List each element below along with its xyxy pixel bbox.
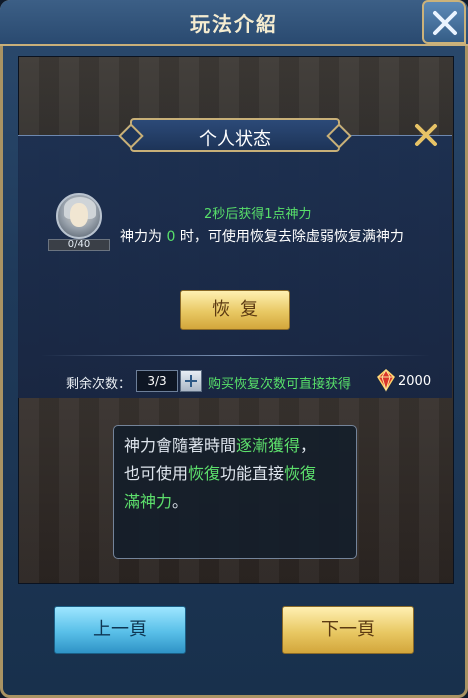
avatar[interactable] [56, 193, 102, 239]
next-page-button[interactable]: 下一頁 [282, 606, 414, 654]
dialog-header: 个人状态 [130, 118, 340, 152]
prev-page-button[interactable]: 上一頁 [54, 606, 186, 654]
info-text: 神力會隨著時間 [124, 436, 237, 455]
info-highlight: 恢復 [188, 464, 221, 483]
regen-hint: 2秒后获得1点神力 [204, 207, 312, 222]
gem-amount: 2000 [398, 374, 432, 389]
plus-button[interactable] [180, 370, 202, 392]
restore-button[interactable]: 恢复 [180, 290, 290, 330]
info-text: 。 [172, 492, 189, 511]
info-panel: 神力會隨著時間逐漸獲得， 也可使用恢復功能直接恢復 滿神力。 [113, 425, 357, 559]
info-line-2: 也可使用恢復功能直接恢復 [124, 460, 346, 488]
close-icon [433, 11, 457, 35]
status-description: 神力为 0 时，可使用恢复去除虚弱恢复满神力 [120, 226, 404, 246]
x-icon[interactable] [414, 123, 438, 147]
title-bar: 玩法介紹 [0, 0, 468, 46]
info-highlight: 逐漸獲得 [236, 436, 301, 455]
remaining-count: 3/3 [136, 370, 178, 392]
window-close-button[interactable] [422, 0, 466, 44]
status-dialog [18, 135, 452, 398]
info-text: 也可使用 [124, 464, 189, 483]
desc-suffix: 时，可使用恢复去除虚弱恢复满神力 [175, 229, 404, 245]
dialog-title: 个人状态 [199, 129, 271, 150]
divider [40, 355, 430, 356]
avatar-face [70, 203, 88, 227]
remaining-label: 剩余次数： [66, 377, 132, 392]
gem-icon [377, 368, 395, 392]
info-highlight: 滿神力 [124, 492, 173, 511]
info-line-3: 滿神力。 [124, 488, 346, 516]
buy-text: 购买恢复次数可直接获得 [208, 377, 352, 392]
info-text: 功能直接 [220, 464, 285, 483]
window-title: 玩法介紹 [190, 12, 278, 36]
info-text: ， [300, 436, 317, 455]
info-highlight: 恢復 [284, 464, 317, 483]
info-line-1: 神力會隨著時間逐漸獲得， [124, 432, 346, 460]
desc-prefix: 神力为 [120, 229, 167, 245]
progress-text: 0/40 [67, 239, 91, 250]
